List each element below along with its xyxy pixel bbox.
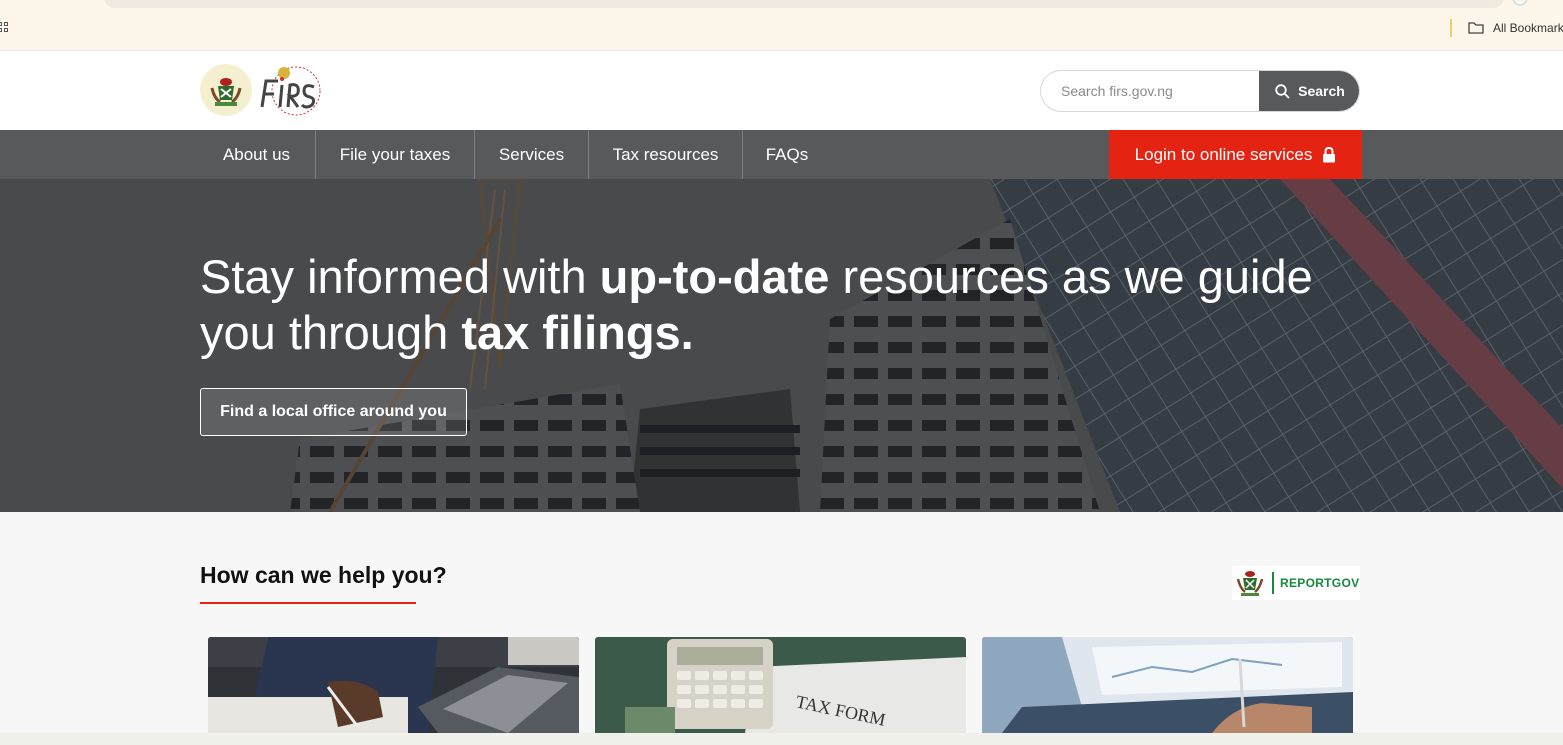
help-card-1[interactable] [208, 637, 579, 733]
nav-item-label: Services [498, 144, 565, 164]
hero-headline-bold2: tax filings. [461, 306, 694, 359]
hero-headline: Stay informed with up-to-date resources … [200, 249, 1400, 361]
browser-bookmarks-bar: All Bookmarks [0, 0, 1563, 50]
browser-profile-icon[interactable] [1512, 0, 1528, 6]
help-card-3[interactable] [982, 637, 1353, 733]
help-title-underline [200, 602, 416, 604]
address-bar[interactable] [104, 0, 1504, 8]
site-header: Search [0, 50, 1563, 130]
nav-item-label: About us [222, 144, 291, 164]
tax-form-calculator-image: TAX FORM [595, 637, 966, 733]
apps-grid-icon[interactable] [0, 22, 10, 34]
search-icon [1275, 83, 1290, 99]
search-input[interactable] [1041, 71, 1259, 111]
page-bottom-strip [0, 733, 1563, 745]
coat-of-arms-logo[interactable] [200, 64, 252, 116]
folder-icon [1468, 22, 1484, 34]
all-bookmarks-link[interactable]: All Bookmarks [1493, 21, 1563, 35]
help-card-2[interactable]: TAX FORM [595, 637, 966, 733]
reportgov-divider [1272, 572, 1274, 594]
lock-icon [1323, 146, 1336, 162]
firs-seal-icon [260, 66, 321, 116]
bookmarks-divider [1450, 19, 1452, 37]
nav-faqs[interactable]: FAQs [743, 130, 831, 179]
reportgov-logo[interactable]: REPORTGOV [1232, 566, 1360, 600]
coat-of-arms-icon [210, 78, 242, 106]
nav-item-label: File your taxes [339, 144, 451, 164]
nav-item-label: Tax resources [612, 144, 719, 164]
hero-headline-bold1: up-to-date [599, 250, 830, 303]
nav-file-your-taxes[interactable]: File your taxes [316, 130, 475, 179]
nav-services[interactable]: Services [475, 130, 589, 179]
search-button-label: Search [1298, 83, 1345, 99]
search-button[interactable]: Search [1259, 71, 1359, 111]
person-signing-document-image [208, 637, 579, 733]
help-section-title: How can we help you? [200, 562, 447, 588]
nav-about-us[interactable]: About us [198, 130, 316, 179]
find-local-office-button[interactable]: Find a local office around you [200, 388, 467, 436]
coat-of-arms-icon [1236, 571, 1264, 596]
login-online-services-button[interactable]: Login to online services [1109, 130, 1362, 179]
laptop-analytics-image [982, 637, 1353, 733]
hero-banner: Stay informed with up-to-date resources … [0, 179, 1563, 512]
nav-item-label: FAQs [765, 144, 809, 164]
main-navigation: About us File your taxes Services Tax re… [0, 130, 1563, 179]
firs-logo[interactable] [258, 65, 324, 117]
hero-headline-part1: Stay informed with [200, 250, 600, 303]
search-form: Search [1040, 70, 1360, 112]
find-local-office-label: Find a local office around you [220, 403, 447, 420]
login-button-label: Login to online services [1134, 144, 1313, 164]
reportgov-label: REPORTGOV [1280, 576, 1360, 590]
nav-tax-resources[interactable]: Tax resources [589, 130, 743, 179]
